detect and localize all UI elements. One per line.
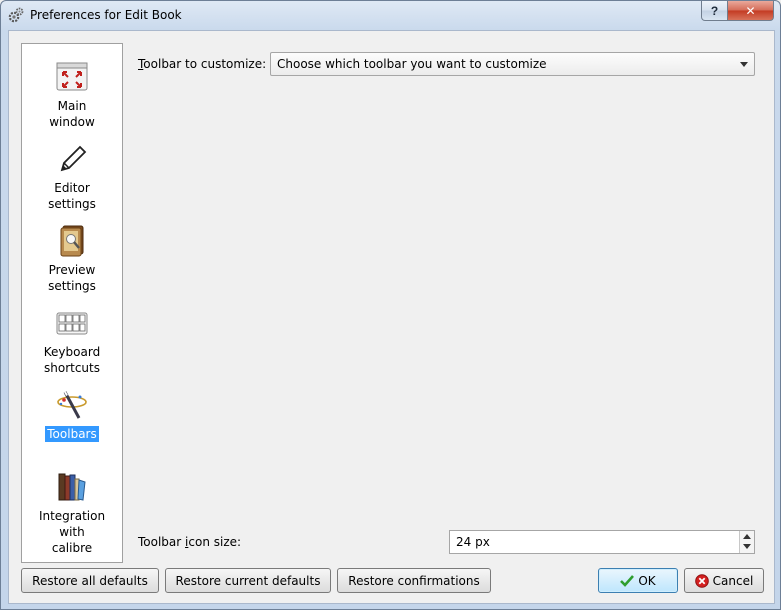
cancel-icon: [694, 573, 709, 588]
toolbar-icon-size-label: Toolbar icon size:: [138, 535, 242, 549]
icon-size-spinbox[interactable]: 24 px: [449, 530, 755, 554]
preferences-window: Preferences for Edit Book ? ✕ Main windo…: [0, 0, 781, 610]
cancel-button[interactable]: Cancel: [684, 568, 764, 593]
restore-current-defaults-button[interactable]: Restore current defaults: [165, 568, 331, 593]
help-button[interactable]: ?: [701, 1, 728, 21]
restore-confirmations-button[interactable]: Restore confirmations: [337, 568, 491, 593]
ok-button[interactable]: OK: [598, 568, 678, 593]
title-bar[interactable]: Preferences for Edit Book ? ✕: [1, 1, 780, 30]
chevron-down-icon: [740, 62, 748, 67]
gear-icon: [8, 7, 24, 23]
toolbar-select[interactable]: Choose which toolbar you want to customi…: [270, 52, 755, 76]
cancel-label: Cancel: [712, 573, 754, 588]
icon-size-value: 24 px: [456, 535, 490, 549]
toolbar-settings-panel: Toolbar to customize: Choose which toolb…: [9, 31, 776, 605]
close-window-button[interactable]: ✕: [728, 1, 774, 21]
dialog-body: Main window Editor settings Preview sett…: [8, 30, 775, 604]
window-title: Preferences for Edit Book: [30, 8, 182, 22]
spin-buttons[interactable]: [739, 531, 754, 553]
ok-label: OK: [638, 573, 656, 588]
toolbar-to-customize-label: Toolbar to customize:: [138, 57, 267, 71]
toolbar-select-value: Choose which toolbar you want to customi…: [277, 57, 547, 71]
spin-down-icon[interactable]: [743, 544, 751, 549]
spin-up-icon[interactable]: [743, 534, 751, 539]
checkmark-icon: [620, 574, 635, 587]
restore-all-defaults-button[interactable]: Restore all defaults: [21, 568, 159, 593]
